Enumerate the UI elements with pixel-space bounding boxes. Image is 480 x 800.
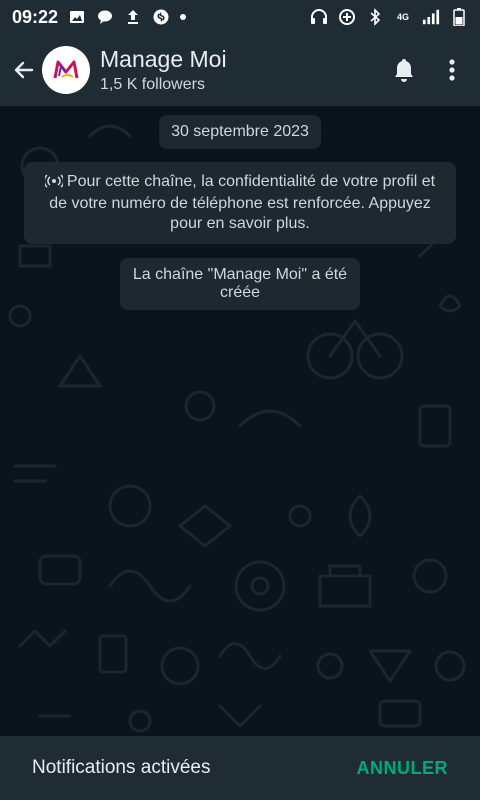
broadcast-icon xyxy=(43,174,65,194)
date-separator: 30 septembre 2023 xyxy=(159,115,321,149)
more-notifications-dot xyxy=(180,14,187,20)
privacy-notice-text: Pour cette chaîne, la confidentialité de… xyxy=(49,173,436,232)
notification-snackbar: Notifications activées ANNULER xyxy=(0,736,480,800)
channel-title-block[interactable]: Manage Moi 1,5 K followers xyxy=(100,45,380,95)
channel-name: Manage Moi xyxy=(100,46,227,72)
back-button[interactable] xyxy=(6,46,42,94)
chat-area[interactable]: 30 septembre 2023 Pour cette chaîne, la … xyxy=(0,106,480,736)
cancel-button[interactable]: ANNULER xyxy=(357,758,449,779)
notifications-button[interactable] xyxy=(380,46,428,94)
more-vertical-icon xyxy=(449,59,455,81)
status-bar: 09:22 4G xyxy=(0,0,480,34)
bluetooth-icon xyxy=(366,8,384,26)
network-type-label: 4G xyxy=(396,11,409,22)
headphones-icon xyxy=(310,8,328,26)
followers-count: 1,5 K followers xyxy=(100,76,205,93)
signal-icon xyxy=(422,8,440,26)
battery-icon xyxy=(450,8,468,26)
more-options-button[interactable] xyxy=(428,46,476,94)
arrow-left-icon xyxy=(14,61,34,79)
privacy-notice[interactable]: Pour cette chaîne, la confidentialité de… xyxy=(24,162,456,244)
upload-icon xyxy=(124,8,142,26)
channel-logo-icon xyxy=(53,60,79,79)
chat-bubble-icon xyxy=(96,8,114,26)
notification-status-text: Notifications activées xyxy=(32,757,211,778)
channel-header: Manage Moi 1,5 K followers xyxy=(0,34,480,106)
data-saver-icon xyxy=(338,8,356,26)
channel-avatar[interactable] xyxy=(42,46,90,94)
channel-created-message: La chaîne "Manage Moi" a été créée xyxy=(120,258,360,310)
bell-icon xyxy=(395,59,413,82)
shazam-icon xyxy=(152,8,170,26)
status-time: 09:22 xyxy=(12,6,59,27)
gallery-icon xyxy=(68,8,86,26)
